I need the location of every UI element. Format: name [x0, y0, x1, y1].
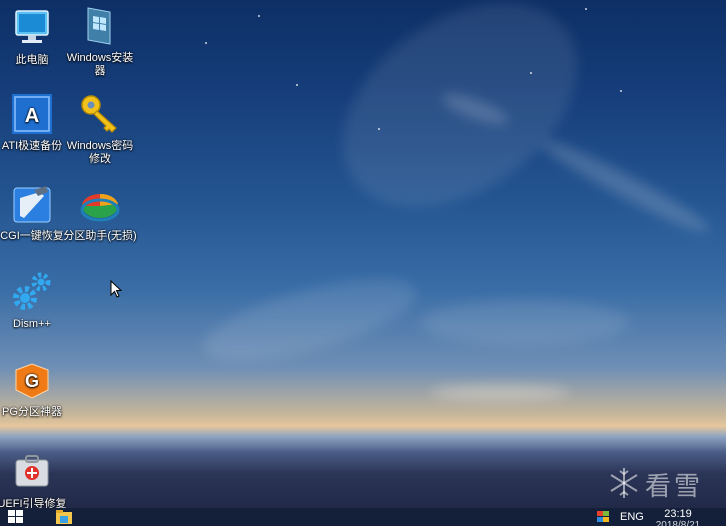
clock-date: 2018/8/21 [655, 520, 701, 531]
windows-logo-icon [8, 517, 15, 523]
taskbar: ENG 23:19 2018/8/21 [0, 508, 726, 531]
icon-label: Dism++ [13, 318, 51, 330]
star [585, 8, 587, 10]
desktop-icon-pg-partition[interactable]: G PG分区神器 [0, 358, 72, 419]
desktop-icon-password-change[interactable]: Windows密码修改 [60, 92, 140, 166]
folder-icon [56, 510, 72, 524]
input-language-indicator[interactable]: ENG [620, 511, 644, 523]
action-center-flag-icon[interactable] [597, 511, 609, 522]
wallpaper-cloud [304, 0, 616, 250]
key-icon [78, 92, 122, 136]
mouse-cursor-icon [110, 280, 122, 298]
svg-text:A: A [25, 105, 39, 127]
windows-logo-icon [16, 517, 23, 523]
taskbar-file-explorer-button[interactable] [54, 509, 74, 525]
desktop-icon-windows-installer[interactable]: Windows安装器 [60, 4, 140, 78]
wallpaper-cloud [430, 385, 570, 400]
windows-logo-icon [8, 510, 15, 516]
start-button[interactable] [8, 510, 24, 524]
uefi-repair-icon [10, 450, 54, 494]
wallpaper-cloud [195, 262, 425, 378]
watermark: 看雪 [605, 462, 715, 502]
star [205, 42, 207, 44]
watermark-text: 看雪 [645, 471, 704, 501]
windows-logo-icon [16, 510, 23, 516]
icon-label: PG分区神器 [2, 406, 62, 418]
star [258, 15, 260, 17]
wallpaper-cloud [535, 131, 715, 241]
icon-label: Windows密码修改 [66, 140, 134, 165]
svg-text:G: G [25, 371, 39, 391]
icon-label: Windows安装器 [66, 52, 134, 77]
computer-icon [10, 6, 54, 50]
acronis-backup-icon: A [10, 92, 54, 136]
icon-label: 分区助手(无损) [63, 230, 137, 242]
star [530, 72, 532, 74]
star [296, 84, 298, 86]
desktop-icon-uefi-repair[interactable]: UEFI引导修复 [0, 450, 72, 511]
snowflake-icon [610, 468, 638, 498]
desktop-icon-dism[interactable]: Dism++ [0, 270, 72, 331]
partition-guru-icon: G [10, 358, 54, 402]
wallpaper-cloud [420, 300, 630, 345]
desktop-wallpaper [0, 0, 726, 526]
gear-icon [10, 270, 54, 314]
star [620, 90, 622, 92]
system-clock[interactable]: 23:19 2018/8/21 [654, 508, 702, 532]
clock-time: 23:19 [664, 508, 692, 520]
windows-installer-icon [78, 4, 122, 48]
desktop-icon-partition-assistant[interactable]: 分区助手(无损) [60, 182, 140, 243]
star [378, 128, 380, 130]
cgi-restore-icon [10, 182, 54, 226]
partition-assistant-icon [78, 182, 122, 226]
